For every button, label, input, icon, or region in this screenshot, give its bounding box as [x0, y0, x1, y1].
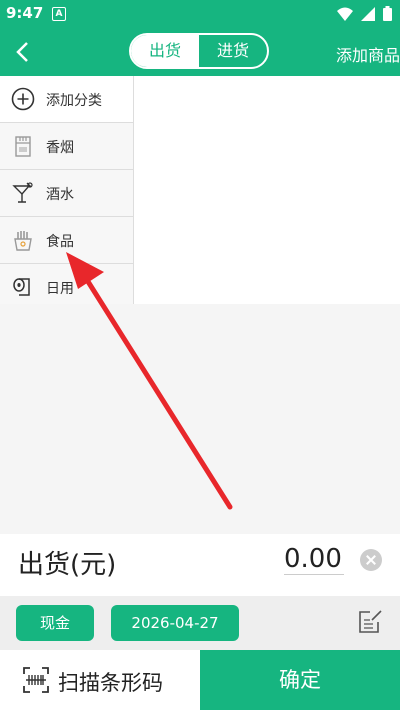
category-label: 添加分类 — [46, 93, 102, 109]
payment-method-button[interactable]: 现金 — [16, 605, 94, 641]
category-list: 添加分类 香烟 酒水 食品 日用 — [0, 76, 134, 304]
order-options-bar: 现金 2026-04-27 — [0, 596, 400, 650]
category-drinks[interactable]: 酒水 — [0, 170, 133, 217]
signal-icon — [361, 6, 375, 21]
clear-icon[interactable] — [360, 549, 382, 571]
category-daily-use[interactable]: 日用 — [0, 264, 133, 304]
category-food[interactable]: 食品 — [0, 217, 133, 264]
tab-outbound[interactable]: 出货 — [131, 35, 199, 67]
edit-note-icon[interactable] — [356, 608, 384, 636]
status-time: 9:47 — [6, 4, 44, 22]
category-label: 酒水 — [46, 187, 74, 203]
cigarette-box-icon — [15, 136, 31, 157]
wifi-icon — [337, 7, 353, 21]
shipment-type-switch: 出货 进货 — [129, 33, 269, 69]
category-add[interactable]: 添加分类 — [0, 76, 133, 123]
add-goods-button[interactable]: 添加商品 — [336, 42, 400, 66]
bottom-action-bar: 扫描条形码 确定 — [0, 650, 400, 710]
goods-list-area — [134, 76, 400, 304]
content-background — [0, 304, 400, 534]
fries-box-icon — [14, 231, 32, 251]
chevron-left-icon[interactable] — [10, 38, 38, 66]
category-cigarettes[interactable]: 香烟 — [0, 123, 133, 170]
total-amount-field[interactable]: 0.00 — [284, 544, 344, 575]
goods-panel: 添加分类 香烟 酒水 食品 日用 — [0, 76, 400, 304]
top-navigation-bar: 出货 进货 添加商品 — [0, 28, 400, 76]
category-label: 香烟 — [46, 140, 74, 156]
date-button[interactable]: 2026-04-27 — [111, 605, 239, 641]
scan-barcode-button[interactable]: 扫描条形码 — [0, 650, 200, 710]
confirm-button[interactable]: 确定 — [200, 650, 400, 710]
category-label: 食品 — [46, 234, 74, 250]
toilet-roll-icon — [13, 278, 30, 296]
notification-badge: A — [52, 7, 66, 21]
status-bar: 9:47 A — [0, 0, 400, 28]
category-label: 日用 — [46, 281, 74, 297]
total-label: 出货(元) — [18, 550, 117, 580]
total-summary: 出货(元) 0.00 — [0, 534, 400, 596]
tab-inbound[interactable]: 进货 — [199, 35, 267, 67]
system-icons — [337, 6, 392, 21]
barcode-scan-icon — [23, 667, 49, 693]
plus-circle-icon — [11, 87, 35, 111]
scan-barcode-label: 扫描条形码 — [58, 671, 163, 695]
cocktail-glass-icon — [12, 182, 33, 203]
battery-icon — [383, 6, 392, 21]
